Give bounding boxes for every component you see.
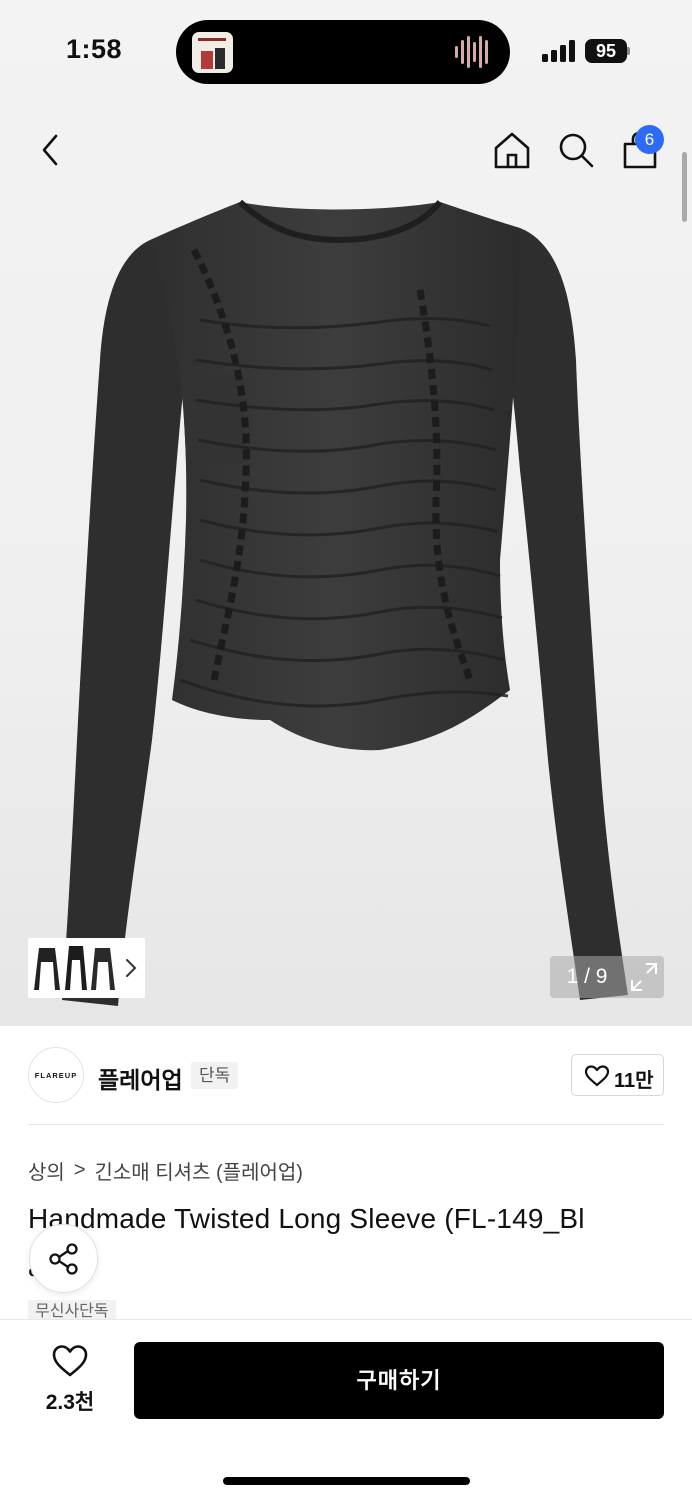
- heart-icon: [584, 1065, 610, 1087]
- battery-indicator: 95: [585, 39, 627, 63]
- battery-tip: [627, 47, 630, 55]
- heart-icon: [52, 1345, 88, 1377]
- brand-exclusive-tag: 단독: [191, 1062, 239, 1089]
- thumbnail-image: [34, 948, 60, 990]
- audio-waveform-icon: [455, 36, 488, 68]
- search-icon: [559, 133, 594, 168]
- expand-image-button[interactable]: [624, 956, 664, 998]
- breadcrumb-category[interactable]: 상의: [28, 1156, 65, 1185]
- expand-icon: [631, 963, 657, 991]
- breadcrumb-separator: >: [73, 1159, 86, 1181]
- scrollbar[interactable]: [682, 152, 687, 222]
- back-button[interactable]: [28, 128, 72, 172]
- brand-name[interactable]: 플레어업: [98, 1061, 183, 1095]
- breadcrumb-subcategory[interactable]: 긴소매 티셔츠 (플레어업): [95, 1156, 303, 1185]
- share-icon: [48, 1242, 78, 1275]
- thumbnail-image: [91, 948, 115, 990]
- status-time: 1:58: [66, 34, 123, 64]
- product-image-gallery[interactable]: 1:58 95 6 1 / 9: [0, 0, 692, 1026]
- now-playing-thumbnail: [192, 32, 233, 73]
- brand-like-count: 11만: [614, 1070, 654, 1092]
- chevron-left-icon: [42, 134, 58, 166]
- search-button[interactable]: [554, 128, 598, 172]
- share-button[interactable]: [29, 1224, 98, 1293]
- breadcrumb: 상의 > 긴소매 티셔츠 (플레어업): [28, 1156, 303, 1185]
- chevron-right-icon: [126, 959, 137, 977]
- home-icon: [494, 132, 530, 169]
- image-counter: 1 / 9: [550, 956, 624, 998]
- home-indicator[interactable]: [223, 1477, 470, 1485]
- wishlist-count: 2.3천: [45, 1391, 95, 1414]
- cellular-signal-icon: [542, 40, 575, 62]
- home-button[interactable]: [490, 128, 534, 172]
- brand-logo[interactable]: FLAREUP: [28, 1047, 84, 1103]
- section-divider: [28, 1124, 664, 1125]
- wishlist-button[interactable]: 2.3천: [30, 1340, 110, 1420]
- image-thumbnails-button[interactable]: [28, 938, 145, 998]
- thumbnail-image: [65, 946, 87, 990]
- brand-like-button[interactable]: 11만: [571, 1054, 664, 1096]
- buy-button[interactable]: 구매하기: [134, 1342, 664, 1419]
- dynamic-island[interactable]: [176, 20, 510, 84]
- product-title: Handmade Twisted Long Sleeve (FL-149_Bl: [28, 1203, 585, 1234]
- cart-count-badge: 6: [635, 125, 664, 154]
